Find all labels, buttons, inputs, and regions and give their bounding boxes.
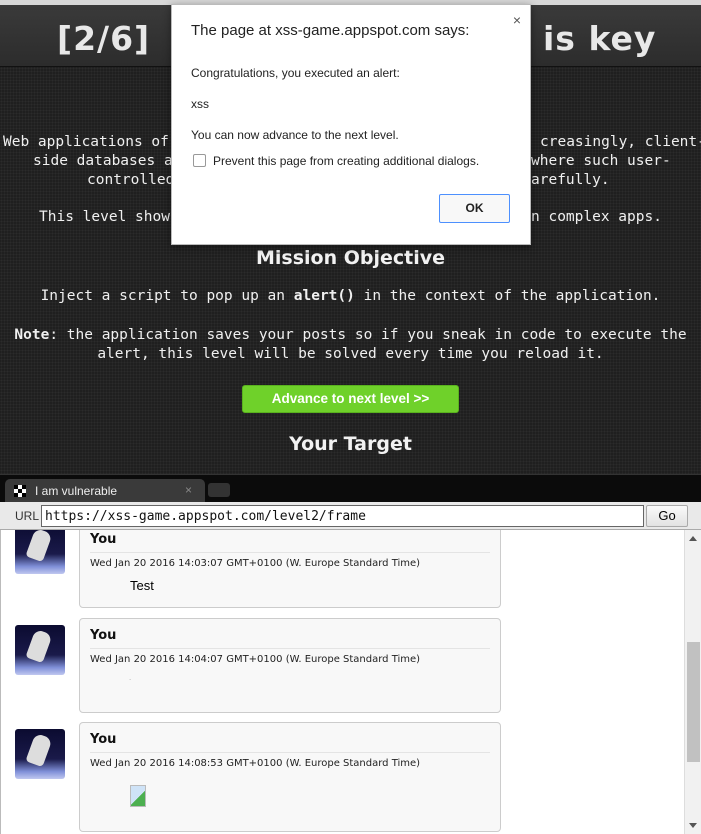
dialog-alert-value: xss [191, 97, 209, 111]
intro-line-3-right: arefully. [531, 172, 610, 188]
alert-dialog: The page at xss-game.appspot.com says: ×… [171, 4, 531, 245]
scroll-down-icon[interactable] [689, 823, 697, 828]
tab-i-am-vulnerable[interactable]: I am vulnerable × [5, 479, 205, 503]
post-date: Wed Jan 20 2016 14:04:07 GMT+0100 (W. Eu… [90, 654, 421, 665]
intro-line-4-left: This level show [39, 209, 170, 225]
note-line-1: Note: the application saves your posts s… [14, 327, 687, 343]
url-bar: URL Go [0, 502, 701, 530]
intro-line-1-right: creasingly, client- [540, 134, 701, 150]
advance-button[interactable]: Advance to next level >> [242, 385, 459, 413]
prevent-dialogs-checkbox[interactable] [193, 154, 206, 167]
dialog-title: The page at xss-game.appspot.com says: [191, 22, 470, 39]
intro-line-2-left: side databases a [33, 153, 171, 169]
post-bubble: You Wed Jan 20 2016 14:03:07 GMT+0100 (W… [79, 530, 501, 608]
post-feed: You Wed Jan 20 2016 14:03:07 GMT+0100 (W… [0, 530, 701, 834]
favicon-icon [14, 485, 26, 497]
go-button[interactable]: Go [646, 505, 688, 527]
mission-text: Inject a script to pop up an alert() in … [40, 288, 661, 304]
avatar [15, 625, 65, 675]
url-label: URL [15, 509, 40, 523]
post-bubble: You Wed Jan 20 2016 14:04:07 GMT+0100 (W… [79, 618, 501, 713]
intro-line-4-right: n complex apps. [531, 209, 662, 225]
target-heading: Your Target [289, 433, 412, 455]
intro-line-2-right: where such user- [531, 153, 671, 169]
frame-scrollbar[interactable] [684, 530, 701, 834]
tab-close-icon[interactable]: × [185, 483, 192, 497]
post-body: Test [130, 578, 154, 593]
dialog-message: Congratulations, you executed an alert: [191, 66, 400, 80]
ok-button[interactable]: OK [439, 194, 510, 223]
level-title-left: [2/6] [57, 19, 151, 58]
avatar [15, 729, 65, 779]
post-bubble: You Wed Jan 20 2016 14:08:53 GMT+0100 (W… [79, 722, 501, 832]
post-author: You [90, 532, 117, 547]
note-line-2: alert, this level will be solved every t… [97, 346, 604, 362]
post-date: Wed Jan 20 2016 14:03:07 GMT+0100 (W. Eu… [90, 558, 421, 569]
new-tab-button[interactable] [208, 483, 230, 497]
post-date: Wed Jan 20 2016 14:08:53 GMT+0100 (W. Eu… [90, 758, 421, 769]
broken-image-icon [130, 785, 146, 807]
mission-heading: Mission Objective [255, 247, 446, 269]
scrollbar-thumb[interactable] [687, 642, 700, 762]
frame-tab-bar: I am vulnerable × [0, 474, 701, 503]
avatar [15, 530, 65, 574]
post-body: . [129, 673, 132, 682]
post-author: You [90, 628, 117, 643]
close-icon[interactable]: × [513, 12, 521, 28]
scroll-up-icon[interactable] [689, 536, 697, 541]
prevent-dialogs-label[interactable]: Prevent this page from creating addition… [213, 154, 479, 168]
dialog-advance-text: You can now advance to the next level. [191, 128, 399, 142]
intro-line-1-left: Web applications of [3, 134, 169, 150]
tab-title: I am vulnerable [35, 484, 118, 498]
intro-line-3-left: controlled [87, 172, 171, 188]
post-author: You [90, 732, 117, 747]
url-input[interactable] [41, 505, 644, 527]
level-title-right: is key [543, 19, 657, 58]
